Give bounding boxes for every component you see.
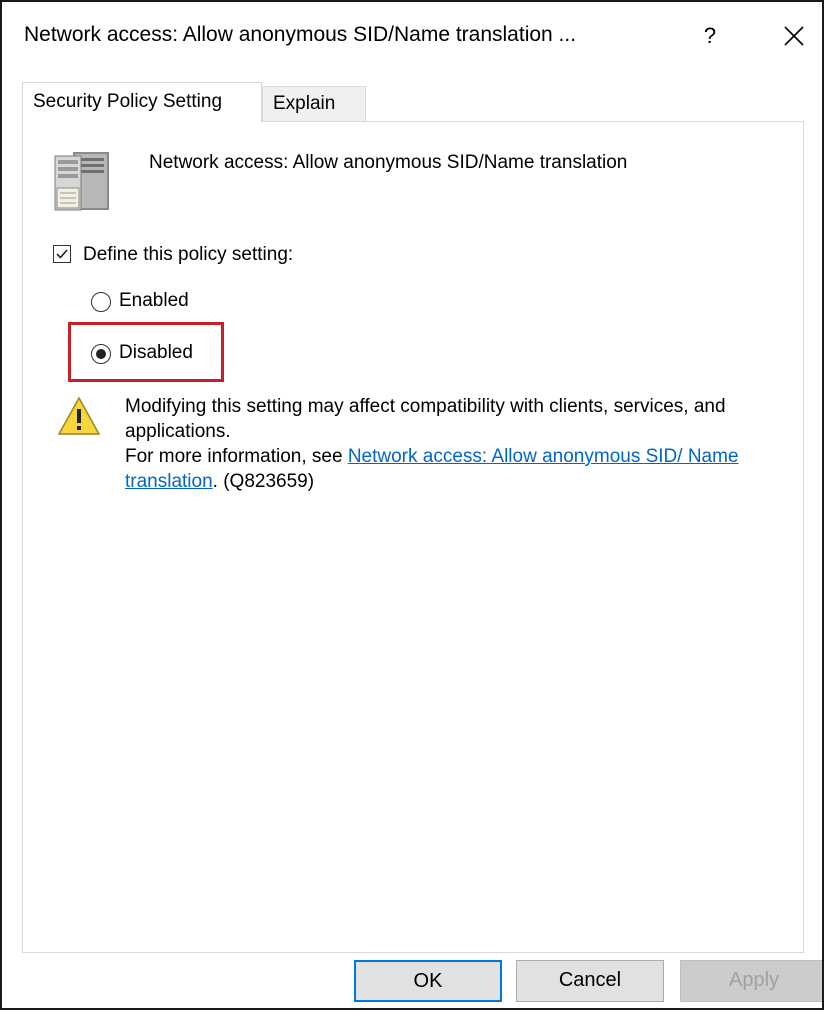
cancel-button[interactable]: Cancel <box>516 960 664 1002</box>
tab-label: Explain <box>273 93 336 114</box>
radio-disabled-label: Disabled <box>119 342 193 363</box>
warning-icon <box>57 396 101 436</box>
warning-text: Modifying this setting may affect compat… <box>125 394 785 494</box>
tab-explain[interactable]: Explain <box>262 86 366 122</box>
radio-disabled-button[interactable] <box>91 344 111 364</box>
tab-strip: Security Policy Setting Explain <box>22 82 822 122</box>
policy-name: Network access: Allow anonymous SID/Name… <box>149 152 628 173</box>
ok-button[interactable]: OK <box>354 960 502 1002</box>
title-bar: Network access: Allow anonymous SID/Name… <box>2 2 822 74</box>
server-icon <box>53 148 115 214</box>
apply-button[interactable]: Apply <box>680 960 822 1002</box>
radio-selected-dot <box>96 349 106 359</box>
more-info-suffix: . (Q823659) <box>212 471 315 492</box>
settings-panel: Network access: Allow anonymous SID/Name… <box>22 121 804 953</box>
window-title: Network access: Allow anonymous SID/Name… <box>24 23 577 46</box>
warning-line: Modifying this setting may affect compat… <box>125 396 726 442</box>
help-button[interactable]: ? <box>690 14 730 58</box>
tab-security-policy-setting[interactable]: Security Policy Setting <box>22 82 262 122</box>
policy-dialog: Network access: Allow anonymous SID/Name… <box>0 0 824 1010</box>
more-info-line: For more information, see Network access… <box>125 444 785 494</box>
more-info-prefix: For more information, see <box>125 446 348 467</box>
define-policy-label: Define this policy setting: <box>83 244 294 265</box>
tab-label: Security Policy Setting <box>33 91 223 112</box>
radio-enabled-label: Enabled <box>119 290 189 311</box>
close-icon[interactable] <box>772 14 816 58</box>
define-policy-checkbox[interactable] <box>53 245 71 263</box>
radio-enabled-button[interactable] <box>91 292 111 312</box>
